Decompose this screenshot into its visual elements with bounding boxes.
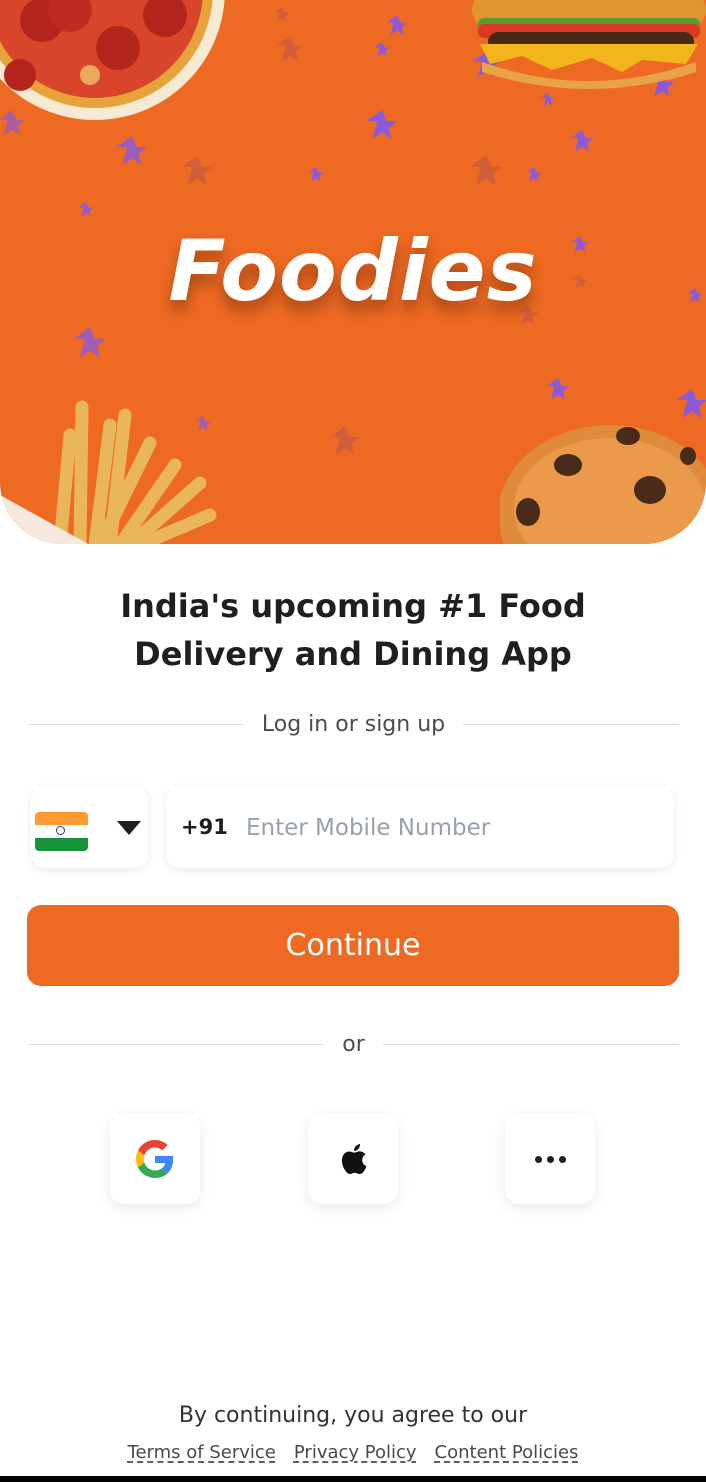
content-policies-link[interactable]: Content Policies: [435, 1442, 579, 1463]
muffin-image: [500, 425, 706, 544]
more-options-icon: [534, 1155, 566, 1163]
or-divider-label: or: [342, 1032, 365, 1057]
continue-button[interactable]: Continue: [27, 905, 679, 986]
login-divider-label: Log in or sign up: [261, 712, 446, 737]
brand-logo: Foodies: [168, 222, 538, 320]
login-divider: Log in or sign up: [28, 712, 679, 737]
google-icon: [136, 1140, 174, 1178]
agreement-text: By continuing, you agree to our: [178, 1403, 528, 1428]
or-divider: or: [28, 1032, 680, 1057]
country-code-selector[interactable]: [31, 787, 148, 868]
terms-of-service-link[interactable]: Terms of Service: [128, 1442, 276, 1463]
more-options-button[interactable]: [505, 1114, 595, 1204]
divider-line-right: [382, 1044, 680, 1045]
system-nav-bar: [0, 1476, 706, 1482]
india-flag-icon: [35, 812, 88, 851]
mobile-number-input[interactable]: [244, 807, 658, 849]
mobile-number-field[interactable]: +91: [166, 787, 674, 868]
headline: India's upcoming #1 Food Delivery and Di…: [120, 587, 586, 673]
hero-banner: Foodies: [0, 0, 706, 544]
apple-icon: [341, 1143, 367, 1175]
dial-code: +91: [181, 815, 228, 839]
privacy-policy-link[interactable]: Privacy Policy: [294, 1442, 417, 1463]
divider-line-left: [28, 724, 244, 725]
divider-line-right: [463, 724, 679, 725]
legal-links: Terms of Service Privacy Policy Content …: [0, 1442, 706, 1463]
burger-image: [472, 0, 706, 89]
pizza-image: [0, 0, 225, 120]
apple-login-button[interactable]: [308, 1114, 398, 1204]
divider-line-left: [28, 1044, 325, 1045]
fries-image: [0, 400, 217, 544]
google-login-button[interactable]: [110, 1114, 200, 1204]
login-screen: Foodies India's upcoming #1 Food Deliver…: [0, 0, 706, 1482]
dropdown-caret-icon: [117, 821, 141, 835]
